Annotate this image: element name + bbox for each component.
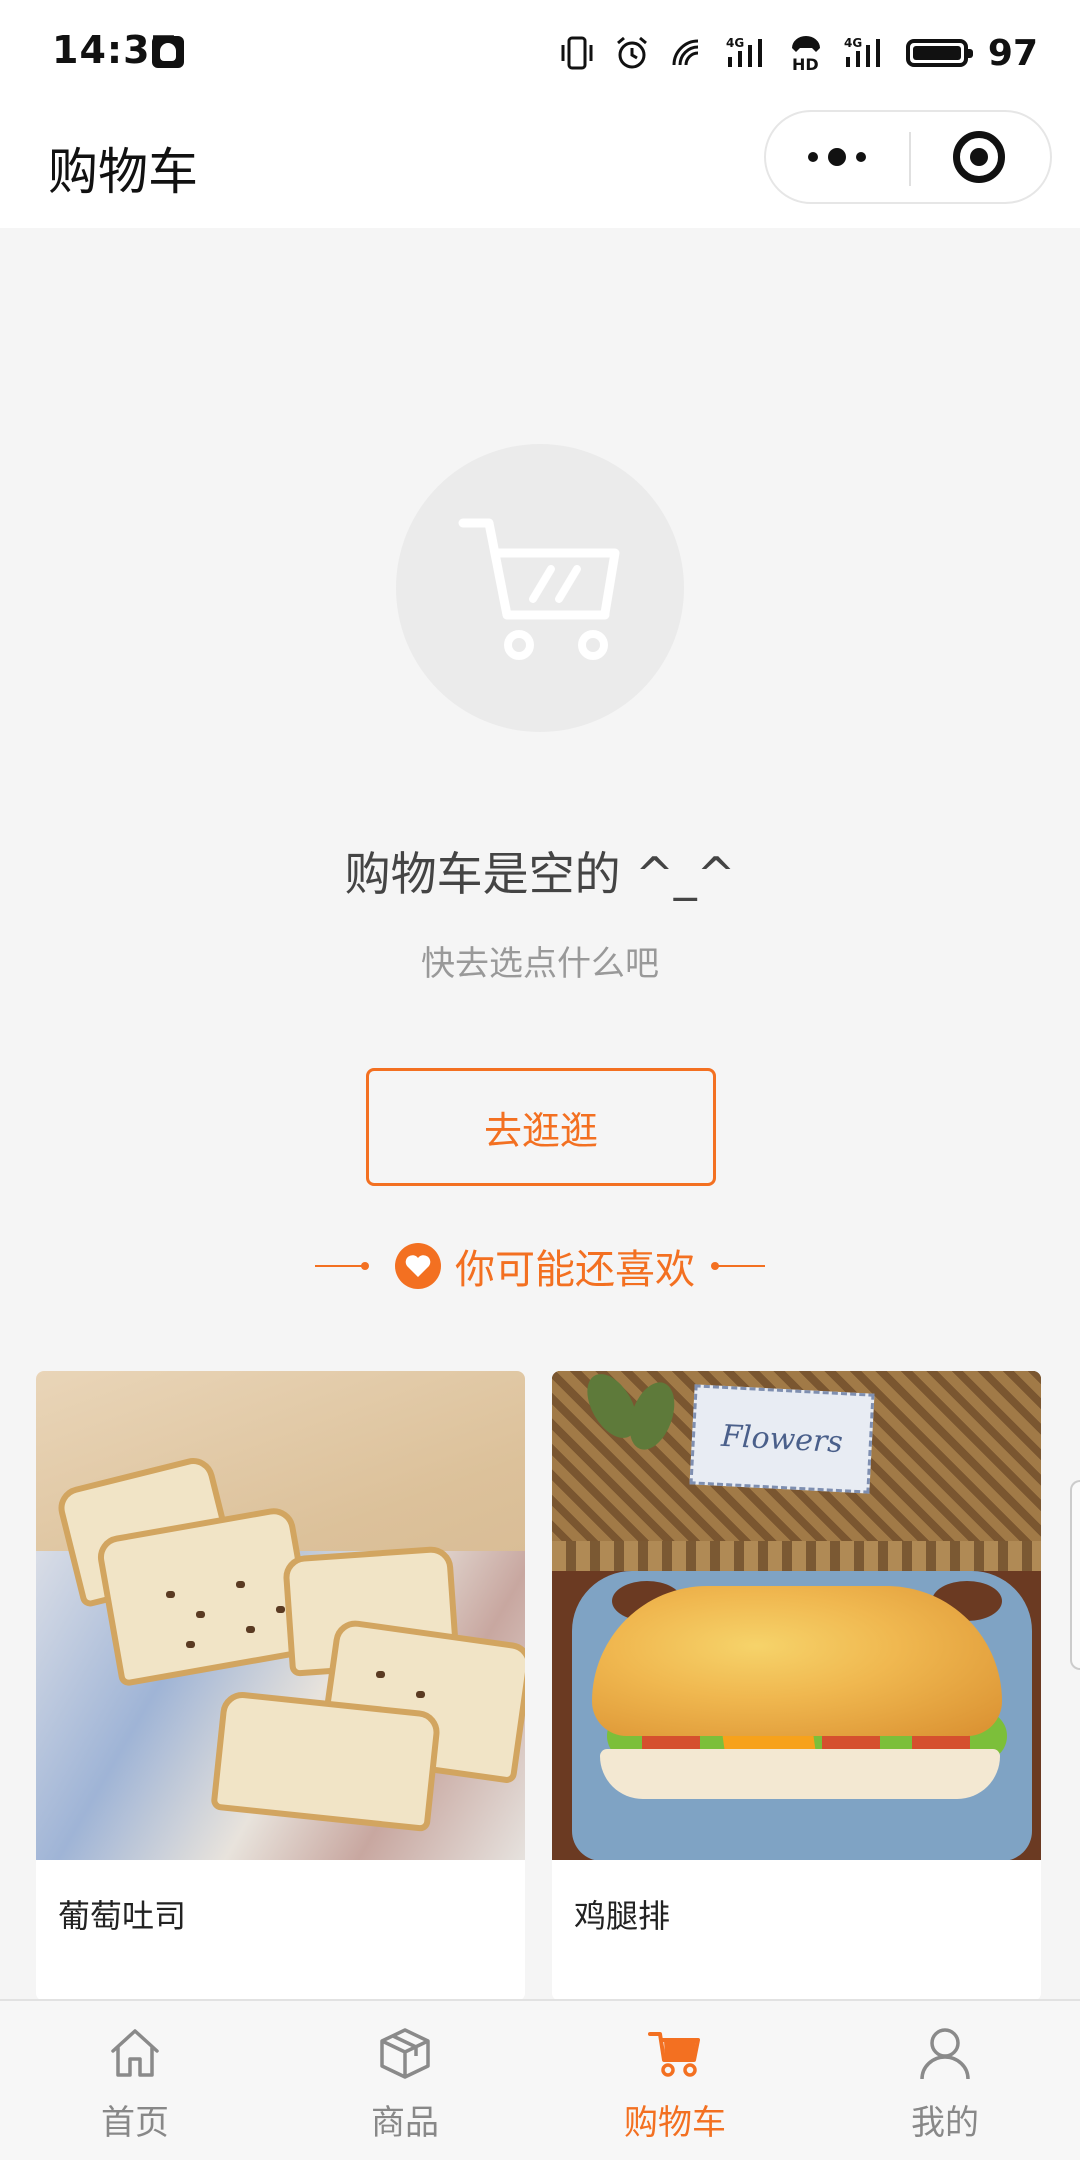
svg-text:4G: 4G (844, 36, 862, 50)
battery-icon (905, 39, 973, 67)
svg-text:4G: 4G (726, 36, 744, 50)
battery-level: 97 (987, 32, 1038, 74)
decor-line-left (315, 1262, 369, 1270)
page-title: 购物车 (48, 143, 198, 201)
nav-header: 购物车 (0, 110, 1080, 228)
svg-text:HD: HD (792, 55, 819, 72)
vibrate-icon (560, 33, 594, 73)
heart-icon (395, 1243, 441, 1289)
flowers-tag: Flowers (689, 1384, 875, 1494)
more-dots-icon (808, 152, 818, 162)
hd-voice-icon: HD (788, 33, 824, 73)
capsule-menu (764, 110, 1052, 204)
box-icon (375, 2023, 435, 2083)
tab-label: 首页 (101, 2103, 169, 2143)
empty-cart-illustration (396, 444, 684, 732)
wifi-icon (670, 33, 706, 73)
decor-line-right (711, 1262, 765, 1270)
more-dots-icon-center (828, 148, 846, 166)
close-button[interactable] (908, 112, 1050, 202)
product-card[interactable]: Flowers 鸡腿排 (552, 1371, 1041, 2001)
empty-cart-title: 购物车是空的 ^_^ (344, 847, 736, 901)
tab-cart[interactable]: 购物车 (540, 2001, 810, 2160)
qq-notification-icon (152, 36, 184, 68)
product-image-raisin-toast (36, 1371, 525, 1860)
product-name: 鸡腿排 (574, 1897, 671, 1935)
recommend-header: 你可能还喜欢 (0, 1236, 1080, 1296)
tab-bar: 首页 商品 购物车 我的 (0, 1999, 1080, 2160)
browse-button[interactable]: 去逛逛 (366, 1068, 716, 1186)
alarm-icon (614, 33, 650, 73)
home-icon (105, 2023, 165, 2083)
product-image-chicken-sandwich: Flowers (552, 1371, 1041, 1860)
shopping-cart-icon (458, 518, 620, 660)
signal-4g-icon: 4G (726, 33, 768, 73)
tab-me[interactable]: 我的 (810, 2001, 1080, 2160)
product-card[interactable]: 葡萄吐司 (36, 1371, 525, 2001)
more-button[interactable] (766, 112, 908, 202)
tab-label: 商品 (371, 2103, 439, 2143)
tab-label: 我的 (911, 2103, 979, 2143)
user-icon (915, 2023, 975, 2083)
cart-icon (645, 2023, 705, 2083)
product-name: 葡萄吐司 (58, 1897, 187, 1935)
status-icons: 4G HD 4G 97 (560, 30, 1038, 76)
tab-home[interactable]: 首页 (0, 2001, 270, 2160)
scroll-handle[interactable] (1070, 1480, 1080, 1670)
tab-label: 购物车 (624, 2103, 726, 2143)
tab-products[interactable]: 商品 (270, 2001, 540, 2160)
empty-cart-subtitle: 快去选点什么吧 (421, 944, 659, 984)
target-close-icon (953, 131, 1005, 183)
more-dots-icon-right (856, 152, 866, 162)
signal-4g-icon: 4G (844, 33, 886, 73)
recommend-title: 你可能还喜欢 (455, 1247, 695, 1293)
status-bar: 14:37 4G HD 4G 97 (0, 0, 1080, 110)
